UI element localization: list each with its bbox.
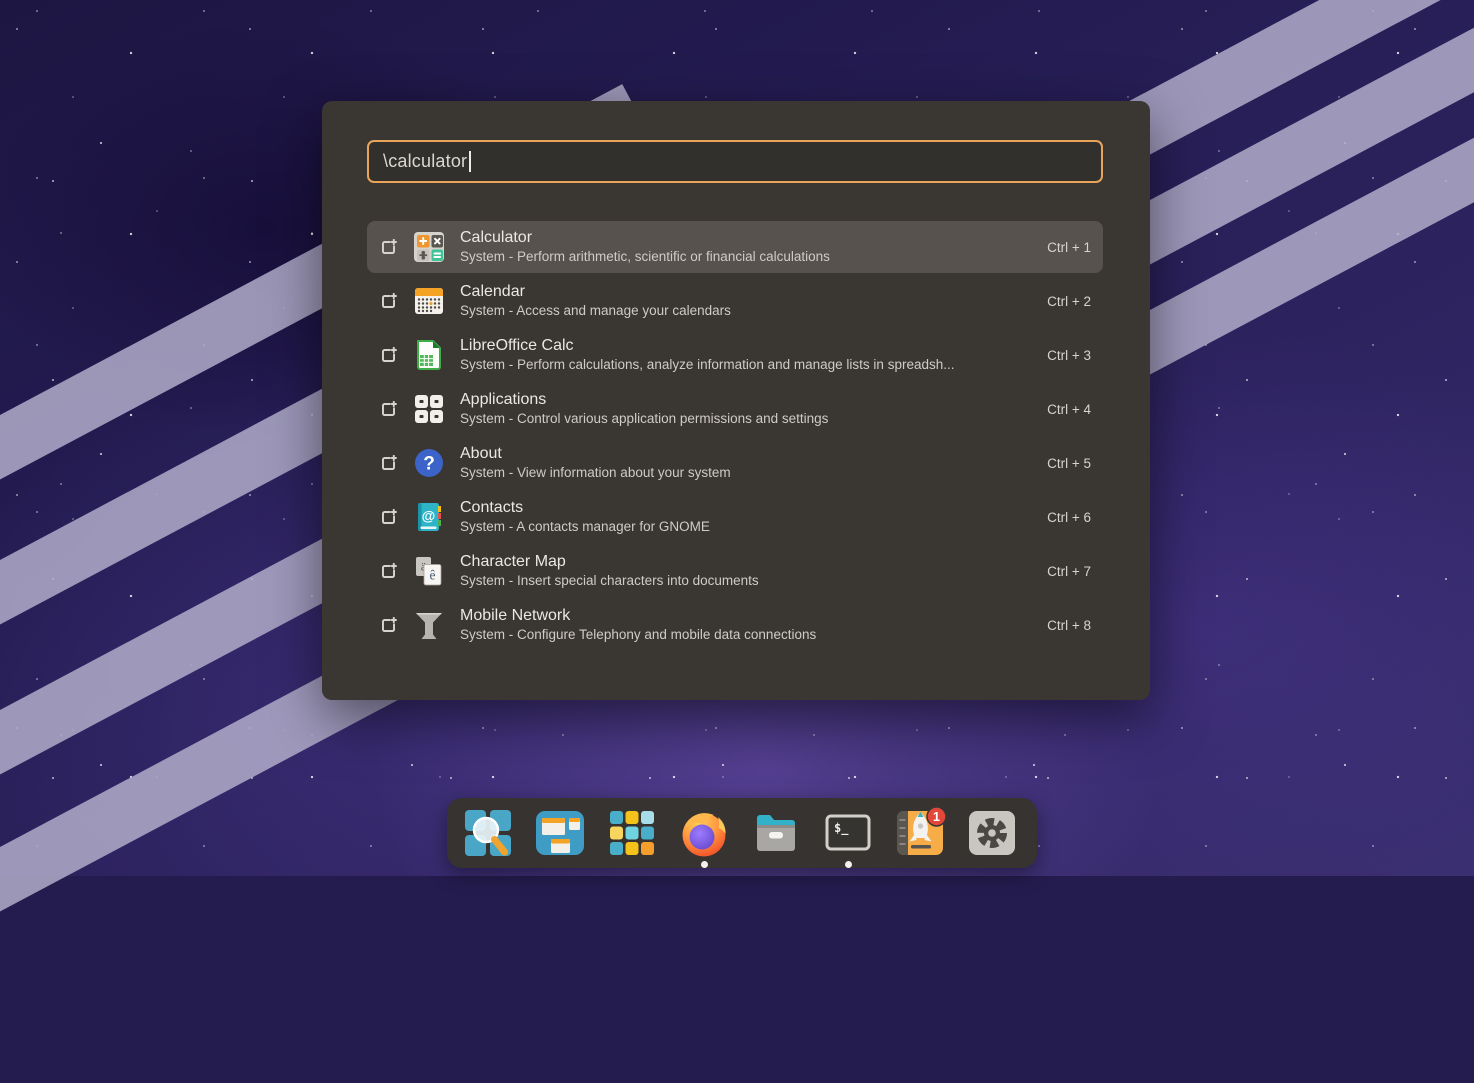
open-in-new-icon — [380, 401, 397, 418]
result-text: Applications System - Control various ap… — [460, 390, 1035, 428]
result-row[interactable]: Calculator System - Perform arithmetic, … — [367, 221, 1103, 273]
open-in-new-icon — [380, 455, 397, 472]
result-text: Calculator System - Perform arithmetic, … — [460, 228, 1035, 266]
result-row[interactable]: Applications System - Control various ap… — [367, 383, 1103, 435]
open-in-new-icon — [380, 509, 397, 526]
dock-software-updater-icon[interactable]: 1 — [892, 805, 948, 861]
result-text: Calendar System - Access and manage your… — [460, 282, 1035, 320]
svg-text:@: @ — [422, 508, 436, 524]
result-subtitle: System - Access and manage your calendar… — [460, 302, 1035, 320]
results-list: Calculator System - Perform arithmetic, … — [367, 221, 1103, 653]
running-indicator-dot — [845, 861, 852, 868]
mobile-network-icon — [412, 608, 446, 642]
character-map-icon: ä ê — [412, 554, 446, 588]
search-input[interactable]: \calculator — [367, 140, 1103, 183]
result-shortcut: Ctrl + 6 — [1047, 510, 1091, 525]
result-shortcut: Ctrl + 4 — [1047, 402, 1091, 417]
result-shortcut: Ctrl + 1 — [1047, 240, 1091, 255]
result-shortcut: Ctrl + 2 — [1047, 294, 1091, 309]
result-title: Character Map — [460, 552, 1035, 572]
result-row[interactable]: ä ê Character Map System - Insert specia… — [367, 545, 1103, 597]
result-subtitle: System - Perform calculations, analyze i… — [460, 356, 1035, 374]
open-in-new-icon — [380, 293, 397, 310]
dock-window-overview-icon[interactable] — [532, 805, 588, 861]
dock-settings-icon[interactable] — [964, 805, 1020, 861]
result-subtitle: System - Configure Telephony and mobile … — [460, 626, 1035, 644]
result-text: Contacts System - A contacts manager for… — [460, 498, 1035, 536]
result-subtitle: System - View information about your sys… — [460, 464, 1035, 482]
dock-app-finder-icon[interactable] — [460, 805, 516, 861]
result-subtitle: System - Control various application per… — [460, 410, 1035, 428]
result-subtitle: System - Insert special characters into … — [460, 572, 1035, 590]
dock-files-icon[interactable] — [748, 805, 804, 861]
svg-text:?: ? — [423, 454, 435, 475]
result-title: About — [460, 444, 1035, 464]
result-shortcut: Ctrl + 5 — [1047, 456, 1091, 471]
result-title: Calculator — [460, 228, 1035, 248]
result-text: Character Map System - Insert special ch… — [460, 552, 1035, 590]
result-text: LibreOffice Calc System - Perform calcul… — [460, 336, 1035, 374]
open-in-new-icon — [380, 617, 397, 634]
dock: $_ 1 — [447, 798, 1037, 868]
result-title: Contacts — [460, 498, 1035, 518]
result-row[interactable]: @ Contacts System - A contacts manager f… — [367, 491, 1103, 543]
result-title: Calendar — [460, 282, 1035, 302]
result-shortcut: Ctrl + 3 — [1047, 348, 1091, 363]
result-title: LibreOffice Calc — [460, 336, 1035, 356]
svg-text:$_: $_ — [834, 821, 849, 836]
result-shortcut: Ctrl + 7 — [1047, 564, 1091, 579]
result-title: Applications — [460, 390, 1035, 410]
open-in-new-icon — [380, 563, 397, 580]
result-text: About System - View information about yo… — [460, 444, 1035, 482]
result-row[interactable]: ? About System - View information about … — [367, 437, 1103, 489]
libreoffice-calc-icon — [412, 338, 446, 372]
result-row[interactable]: Mobile Network System - Configure Teleph… — [367, 599, 1103, 651]
open-in-new-icon — [380, 347, 397, 364]
result-title: Mobile Network — [460, 606, 1035, 626]
calculator-icon — [412, 230, 446, 264]
text-caret — [469, 151, 471, 172]
contacts-icon: @ — [412, 500, 446, 534]
calendar-icon — [412, 284, 446, 318]
result-subtitle: System - A contacts manager for GNOME — [460, 518, 1035, 536]
dock-terminal-icon[interactable]: $_ — [820, 805, 876, 861]
result-subtitle: System - Perform arithmetic, scientific … — [460, 248, 1035, 266]
open-in-new-icon — [380, 239, 397, 256]
result-text: Mobile Network System - Configure Teleph… — [460, 606, 1035, 644]
launcher-window: \calculator Calculator System - Perform … — [322, 101, 1150, 700]
search-query-text: \calculator — [383, 151, 467, 172]
dock-app-grid-icon[interactable] — [604, 805, 660, 861]
svg-text:ê: ê — [430, 568, 436, 583]
result-row[interactable]: Calendar System - Access and manage your… — [367, 275, 1103, 327]
running-indicator-dot — [701, 861, 708, 868]
result-shortcut: Ctrl + 8 — [1047, 618, 1091, 633]
result-row[interactable]: LibreOffice Calc System - Perform calcul… — [367, 329, 1103, 381]
applications-icon — [412, 392, 446, 426]
about-icon: ? — [412, 446, 446, 480]
notification-badge: 1 — [933, 810, 940, 824]
dock-firefox-icon[interactable] — [676, 805, 732, 861]
